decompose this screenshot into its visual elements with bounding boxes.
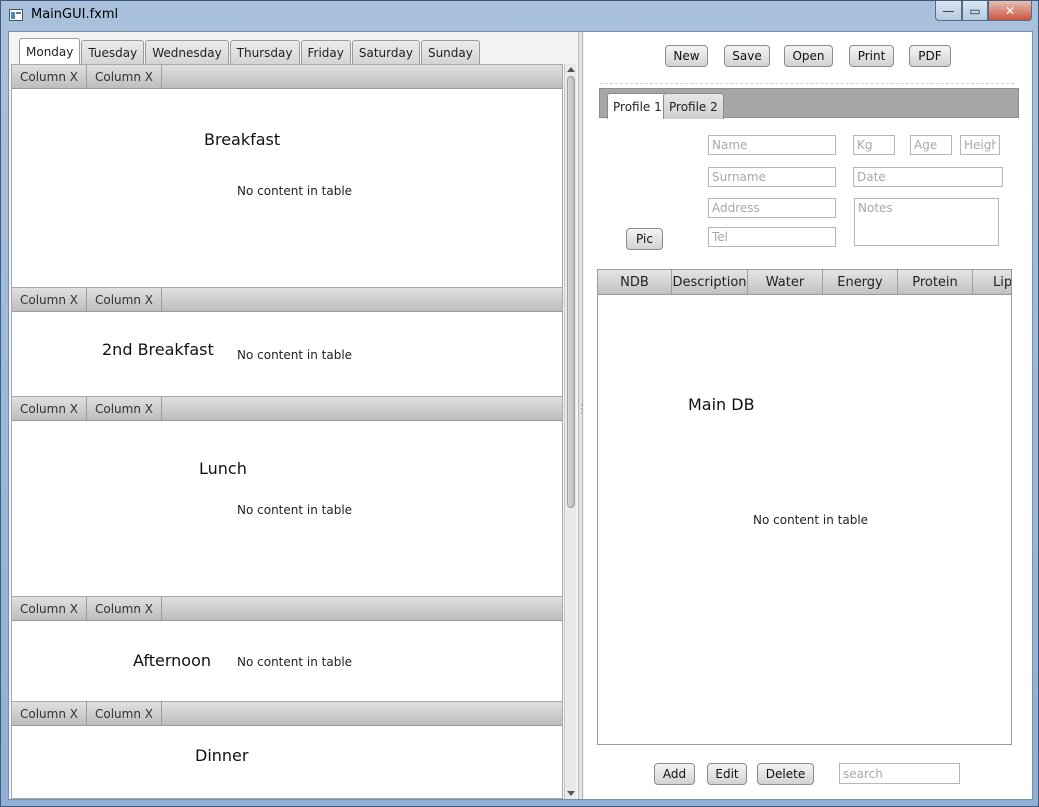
column-header[interactable]: Column X bbox=[12, 597, 87, 620]
save-button[interactable]: Save bbox=[724, 45, 770, 67]
meal-label-lunch: Lunch bbox=[199, 459, 247, 478]
meal-label-2nd-breakfast: 2nd Breakfast bbox=[102, 340, 214, 359]
delete-button[interactable]: Delete bbox=[757, 763, 814, 785]
tab-tuesday[interactable]: Tuesday bbox=[81, 40, 145, 64]
empty-table-message: No content in table bbox=[753, 513, 869, 527]
client-area: Monday Tuesday Wednesday Thursday Friday… bbox=[8, 31, 1033, 800]
day-content: Column X Column X Breakfast No content i… bbox=[11, 64, 563, 799]
tab-saturday[interactable]: Saturday bbox=[351, 40, 420, 64]
maximize-button[interactable]: ▭ bbox=[962, 1, 988, 21]
table-header: Column X Column X bbox=[12, 702, 562, 726]
tab-profile-2[interactable]: Profile 2 bbox=[663, 93, 724, 119]
column-header[interactable]: Column X bbox=[87, 65, 162, 88]
column-header[interactable]: Column X bbox=[12, 397, 87, 420]
profile-db-pane: New Save Open Print PDF Profile 1 Profil… bbox=[584, 32, 1032, 799]
column-header[interactable]: Column X bbox=[12, 65, 87, 88]
table-header: NDB Description Water Energy Protein Lip bbox=[598, 270, 1011, 295]
height-field[interactable] bbox=[960, 135, 1000, 155]
scroll-down-icon[interactable] bbox=[567, 791, 575, 796]
date-field[interactable] bbox=[853, 167, 1003, 187]
tab-sunday[interactable]: Sunday bbox=[420, 40, 480, 64]
search-input[interactable] bbox=[839, 763, 960, 784]
name-field[interactable] bbox=[708, 135, 836, 155]
profile-tab-bar: Profile 1 Profile 2 bbox=[599, 88, 1019, 119]
age-field[interactable] bbox=[910, 135, 952, 155]
column-header-ndb[interactable]: NDB bbox=[598, 270, 672, 294]
open-button[interactable]: Open bbox=[784, 45, 833, 67]
surname-field[interactable] bbox=[708, 167, 836, 187]
column-header[interactable]: Column X bbox=[87, 288, 162, 311]
column-header[interactable]: Column X bbox=[12, 288, 87, 311]
split-divider[interactable]: · · · bbox=[578, 32, 583, 799]
meal-label-dinner: Dinner bbox=[195, 746, 249, 765]
add-button[interactable]: Add bbox=[654, 763, 695, 785]
notes-field[interactable] bbox=[854, 198, 999, 246]
window-title: MainGUI.fxml bbox=[31, 7, 119, 22]
tab-profile-1[interactable]: Profile 1 bbox=[607, 93, 668, 119]
meal-table-breakfast[interactable]: Column X Column X Breakfast No content i… bbox=[12, 65, 562, 288]
window-controls: — ▭ ✕ bbox=[935, 1, 1032, 21]
pic-button[interactable]: Pic bbox=[626, 228, 663, 250]
tab-friday[interactable]: Friday bbox=[300, 40, 351, 64]
main-db-label: Main DB bbox=[688, 395, 755, 414]
main-db-table[interactable]: NDB Description Water Energy Protein Lip… bbox=[597, 269, 1012, 745]
column-header[interactable]: Column X bbox=[87, 397, 162, 420]
meal-table-dinner[interactable]: Column X Column X Dinner bbox=[12, 702, 562, 798]
minimize-button[interactable]: — bbox=[935, 1, 962, 21]
app-window: MainGUI.fxml — ▭ ✕ Monday Tuesday Wednes… bbox=[0, 0, 1039, 807]
table-header: Column X Column X bbox=[12, 65, 562, 89]
table-header: Column X Column X bbox=[12, 397, 562, 421]
pdf-button[interactable]: PDF bbox=[909, 45, 951, 67]
app-icon bbox=[9, 9, 23, 21]
title-bar[interactable]: MainGUI.fxml — ▭ ✕ bbox=[1, 1, 1038, 31]
print-button[interactable]: Print bbox=[849, 45, 894, 67]
column-header-water[interactable]: Water bbox=[748, 270, 823, 294]
table-header: Column X Column X bbox=[12, 597, 562, 621]
meal-table-afternoon[interactable]: Column X Column X Afternoon No content i… bbox=[12, 597, 562, 702]
column-header-description[interactable]: Description bbox=[672, 270, 748, 294]
empty-table-message: No content in table bbox=[237, 184, 353, 198]
close-button[interactable]: ✕ bbox=[988, 1, 1032, 21]
tel-field[interactable] bbox=[708, 227, 836, 247]
meal-table-2nd-breakfast[interactable]: Column X Column X 2nd Breakfast No conte… bbox=[12, 288, 562, 397]
toolbar-separator bbox=[600, 83, 1014, 84]
tab-thursday[interactable]: Thursday bbox=[229, 40, 300, 64]
empty-table-message: No content in table bbox=[237, 348, 353, 362]
column-header-protein[interactable]: Protein bbox=[898, 270, 973, 294]
meal-label-afternoon: Afternoon bbox=[133, 651, 211, 670]
tab-wednesday[interactable]: Wednesday bbox=[145, 40, 229, 64]
address-field[interactable] bbox=[708, 198, 836, 218]
column-header[interactable]: Column X bbox=[12, 702, 87, 725]
meal-label-breakfast: Breakfast bbox=[204, 130, 281, 149]
vertical-scrollbar[interactable] bbox=[564, 64, 576, 799]
edit-button[interactable]: Edit bbox=[707, 763, 747, 785]
scroll-up-icon[interactable] bbox=[567, 67, 575, 72]
empty-table-message: No content in table bbox=[237, 503, 353, 517]
meal-table-lunch[interactable]: Column X Column X Lunch No content in ta… bbox=[12, 397, 562, 597]
empty-table-message: No content in table bbox=[237, 655, 353, 669]
grip-icon: · · · bbox=[580, 401, 583, 419]
new-button[interactable]: New bbox=[665, 45, 708, 67]
column-header[interactable]: Column X bbox=[87, 597, 162, 620]
kg-field[interactable] bbox=[853, 135, 895, 155]
week-planner-pane: Monday Tuesday Wednesday Thursday Friday… bbox=[9, 32, 578, 799]
table-header: Column X Column X bbox=[12, 288, 562, 312]
tab-monday[interactable]: Monday bbox=[19, 38, 81, 64]
scroll-thumb[interactable] bbox=[567, 76, 575, 508]
column-header[interactable]: Column X bbox=[87, 702, 162, 725]
column-header-energy[interactable]: Energy bbox=[823, 270, 898, 294]
column-header-lip[interactable]: Lip bbox=[973, 270, 1011, 294]
day-tab-bar: Monday Tuesday Wednesday Thursday Friday… bbox=[19, 38, 481, 64]
